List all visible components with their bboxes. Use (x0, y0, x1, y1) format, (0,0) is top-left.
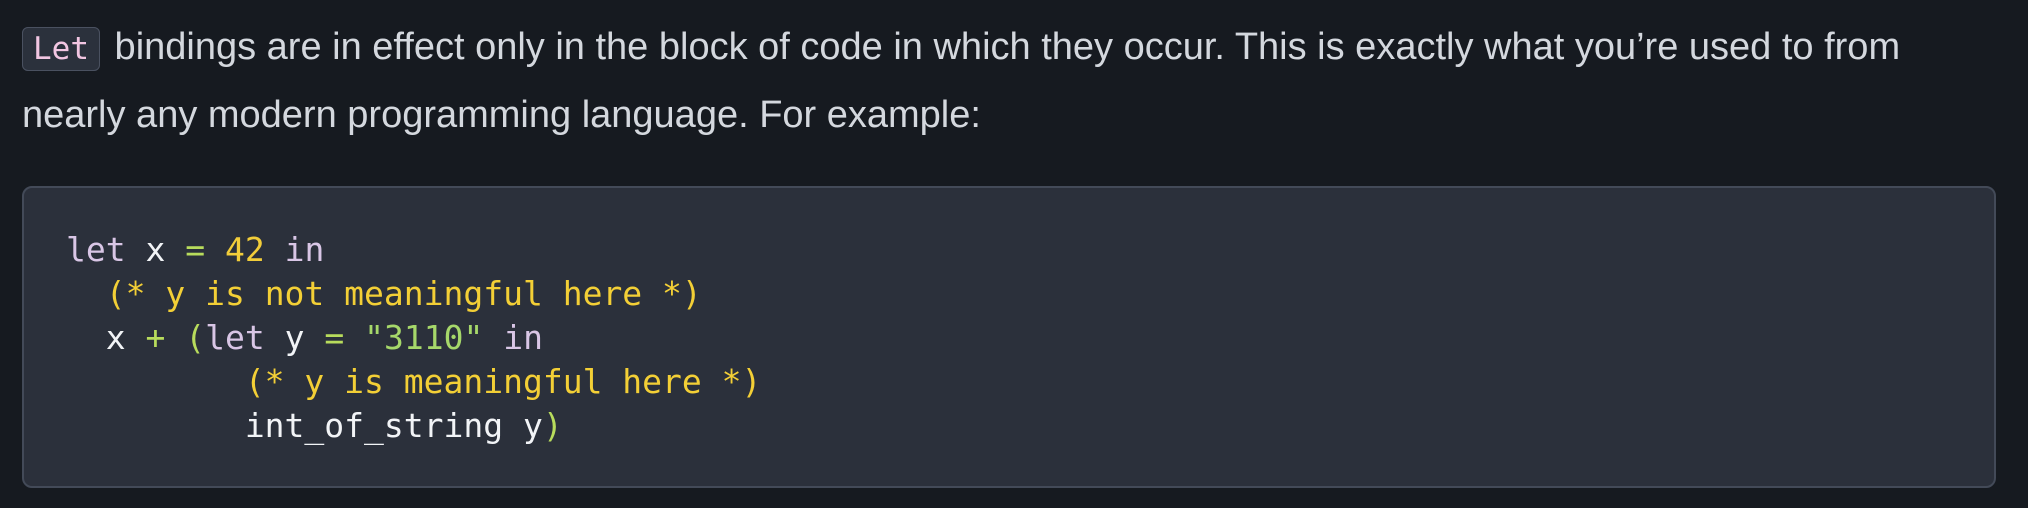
code-line-3: x + (let y = "3110" in (66, 318, 543, 357)
operator-equals: = (324, 318, 345, 357)
comment: (* y is not meaningful here *) (105, 274, 702, 313)
keyword-in: in (284, 230, 325, 269)
comment: (* y is meaningful here *) (244, 362, 762, 401)
code-line-4: (* y is meaningful here *) (66, 362, 762, 401)
code-line-1: let x = 42 in (66, 230, 324, 269)
identifier-y: y (522, 406, 543, 445)
identifier-y: y (284, 318, 305, 357)
paragraph-text: bindings are in effect only in the block… (22, 26, 1901, 136)
open-paren: ( (185, 318, 206, 357)
intro-paragraph: Let bindings are in effect only in the b… (22, 14, 2006, 148)
inline-code-let: Let (22, 27, 100, 71)
close-paren: ) (542, 406, 563, 445)
number-literal: 42 (224, 230, 265, 269)
operator-equals: = (185, 230, 206, 269)
code-line-2: (* y is not meaningful here *) (66, 274, 702, 313)
keyword-in: in (503, 318, 543, 357)
code-listing: let x = 42 in (* y is not meaningful her… (66, 228, 1994, 448)
identifier-x: x (145, 230, 166, 269)
function-name: int_of_string (244, 406, 504, 445)
code-block: let x = 42 in (* y is not meaningful her… (22, 186, 1996, 488)
identifier-x: x (105, 318, 126, 357)
page: Let bindings are in effect only in the b… (0, 0, 2028, 508)
string-literal: "3110" (364, 318, 484, 357)
operator-plus: + (145, 318, 166, 357)
code-line-5: int_of_string y) (66, 406, 563, 445)
keyword-let: let (205, 318, 265, 357)
keyword-let: let (66, 230, 126, 269)
